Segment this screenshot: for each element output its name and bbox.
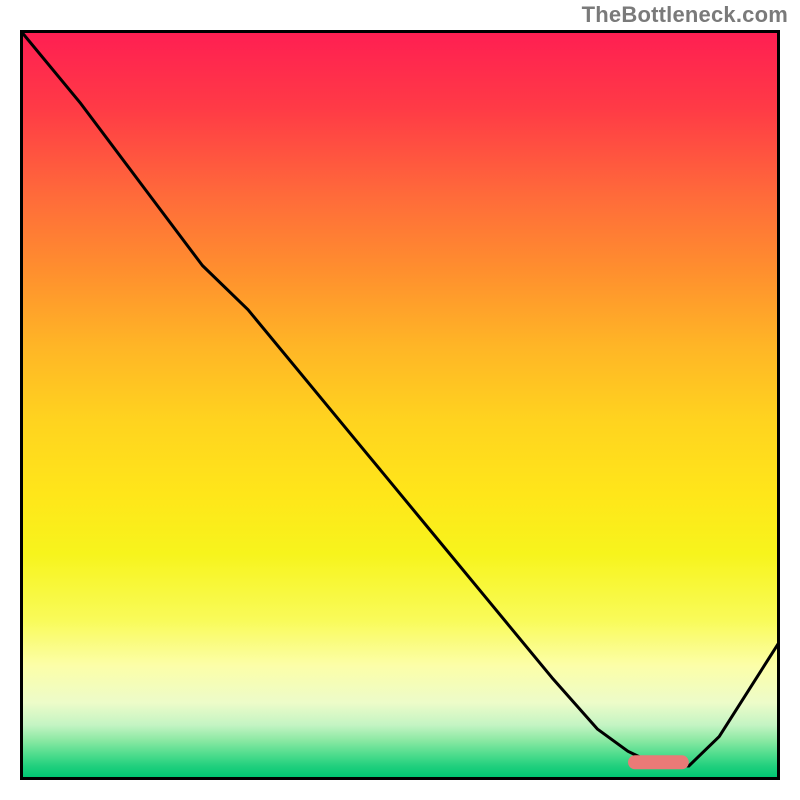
chart-stage: TheBottleneck.com <box>0 0 800 800</box>
plot-area <box>20 30 780 780</box>
attribution-text: TheBottleneck.com <box>582 2 788 28</box>
plot-background <box>20 30 780 780</box>
